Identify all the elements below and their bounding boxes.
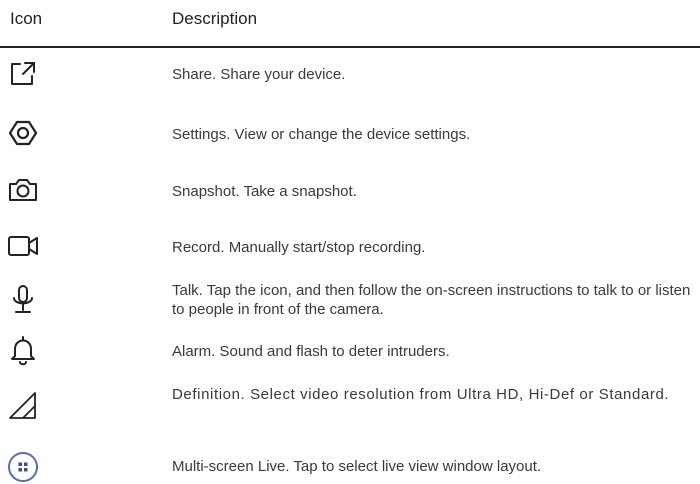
microphone-icon[interactable] [6,283,40,317]
row-description: Talk. Tap the icon, and then follow the … [172,282,691,318]
row-description: Definition. Select video resolution from… [172,386,670,403]
row-description: Record. Manually start/stop recording. [172,239,426,256]
row-description: Alarm. Sound and flash to deter intruder… [172,343,450,360]
settings-icon[interactable] [6,116,40,150]
description-column-header: Description [172,9,258,28]
camera-icon[interactable] [6,172,40,206]
row-description: Multi-screen Live. Tap to select live vi… [172,458,542,475]
video-camera-icon[interactable] [6,229,40,263]
header-divider [0,46,700,48]
row-description: Snapshot. Take a snapshot. [172,183,357,200]
row-description: Settings. View or change the device sett… [172,126,471,143]
definition-icon[interactable] [6,389,40,423]
multi-screen-icon[interactable] [6,450,40,484]
row-description: Share. Share your device. [172,66,346,83]
icon-column-header: Icon [10,9,43,28]
bell-icon[interactable] [6,334,40,368]
share-icon[interactable] [6,56,40,90]
